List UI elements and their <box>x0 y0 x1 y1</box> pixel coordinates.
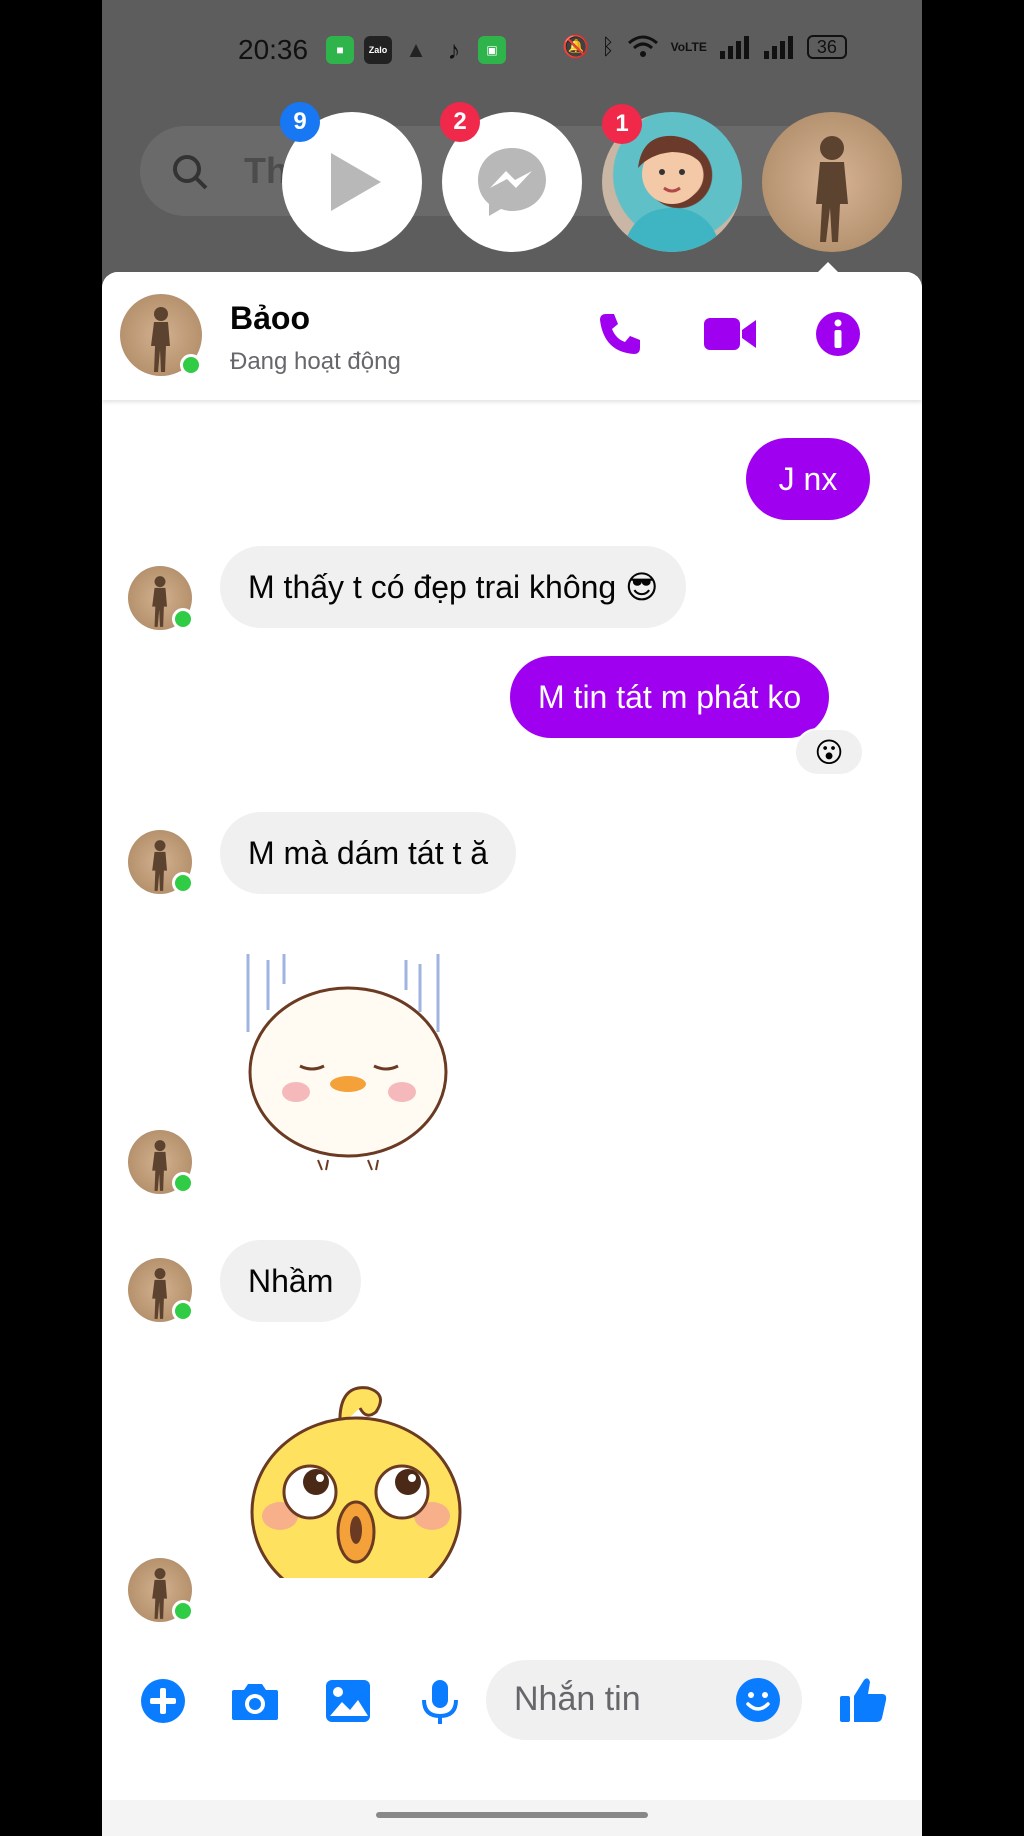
battery-indicator: 36 <box>806 35 847 59</box>
gallery-icon[interactable] <box>324 1678 372 1724</box>
search-icon <box>173 155 208 190</box>
message-input-placeholder: Nhắn tin <box>514 1680 641 1718</box>
message-bubble-incoming[interactable]: Nhầm <box>220 1240 362 1322</box>
microphone-icon[interactable] <box>420 1678 460 1726</box>
chat-head-video[interactable]: 9 <box>280 102 422 252</box>
play-icon <box>331 153 381 211</box>
zalo-icon: Zalo <box>364 36 392 64</box>
plus-icon[interactable] <box>140 1678 186 1724</box>
status-bar: 20:36 ■ Zalo ▲ ♪ ▣ 🔕 ᛒ VoLTE 36 <box>102 0 922 100</box>
info-icon[interactable] <box>814 310 862 358</box>
chat-head-active-contact[interactable] <box>762 112 902 252</box>
home-gesture-bar[interactable] <box>376 1812 648 1818</box>
online-indicator <box>172 872 194 894</box>
like-icon[interactable] <box>838 1674 888 1724</box>
chat-panel: Bảoo Đang hoạt động J nx M thấy t có đẹp… <box>102 272 922 1800</box>
mute-icon: 🔕 <box>562 34 590 59</box>
status-time: 20:36 <box>238 34 309 65</box>
online-indicator <box>172 1600 194 1622</box>
message-bubble-outgoing[interactable]: M tin tát m phát ko <box>510 656 830 738</box>
online-indicator <box>180 354 202 376</box>
contact-name: Bảoo <box>230 300 310 336</box>
notification-icons: ■ Zalo ▲ ♪ ▣ <box>326 34 506 65</box>
signal-icon-2 <box>763 36 793 59</box>
message-input[interactable]: Nhắn tin <box>486 1660 802 1740</box>
chat-head-messenger[interactable]: 2 <box>440 102 582 252</box>
message-reaction[interactable]: 😮 <box>794 728 864 776</box>
message-composer: Nhắn tin <box>102 1640 922 1760</box>
tiktok-icon: ♪ <box>447 34 461 65</box>
message-list[interactable]: J nx M thấy t có đẹp trai không 😎 M tin … <box>102 336 922 1640</box>
online-indicator <box>172 1172 194 1194</box>
video-call-icon[interactable] <box>702 310 758 358</box>
signal-icon <box>719 36 749 59</box>
shadow-photo-icon <box>816 136 848 242</box>
wifi-icon <box>627 35 658 57</box>
system-nav-bar <box>102 1800 922 1836</box>
phone-icon[interactable] <box>596 310 644 358</box>
badge-count: 9 <box>280 102 320 142</box>
online-indicator <box>172 1300 194 1322</box>
volte-label: VoLTE <box>670 40 707 54</box>
bluetooth-icon: ᛒ <box>601 34 615 59</box>
message-app-icon: ▣ <box>478 36 506 64</box>
app-notification-icon: ■ <box>326 36 354 64</box>
confused-chick-sticker[interactable] <box>248 1380 468 1592</box>
online-indicator <box>172 608 194 630</box>
chat-header: Bảoo Đang hoạt động <box>102 272 922 400</box>
emoji-icon[interactable] <box>734 1676 782 1724</box>
message-bubble-incoming[interactable]: M mà dám tát t ă <box>220 812 517 894</box>
message-bubble-outgoing[interactable]: J nx <box>746 438 870 520</box>
messenger-icon <box>478 148 546 216</box>
camera-icon[interactable] <box>230 1678 280 1724</box>
android-icon: ▲ <box>405 37 427 62</box>
system-icons: 🔕 ᛒ VoLTE 36 <box>562 34 847 60</box>
badge-count: 2 <box>440 102 480 142</box>
sad-chick-sticker[interactable] <box>238 950 478 1180</box>
contact-status: Đang hoạt động <box>230 348 401 375</box>
message-bubble-incoming[interactable]: M thấy t có đẹp trai không 😎 <box>220 546 687 628</box>
phone-screen: 20:36 ■ Zalo ▲ ♪ ▣ 🔕 ᛒ VoLTE 36 Th 9 2 1… <box>102 0 922 1836</box>
badge-count: 1 <box>602 104 642 144</box>
